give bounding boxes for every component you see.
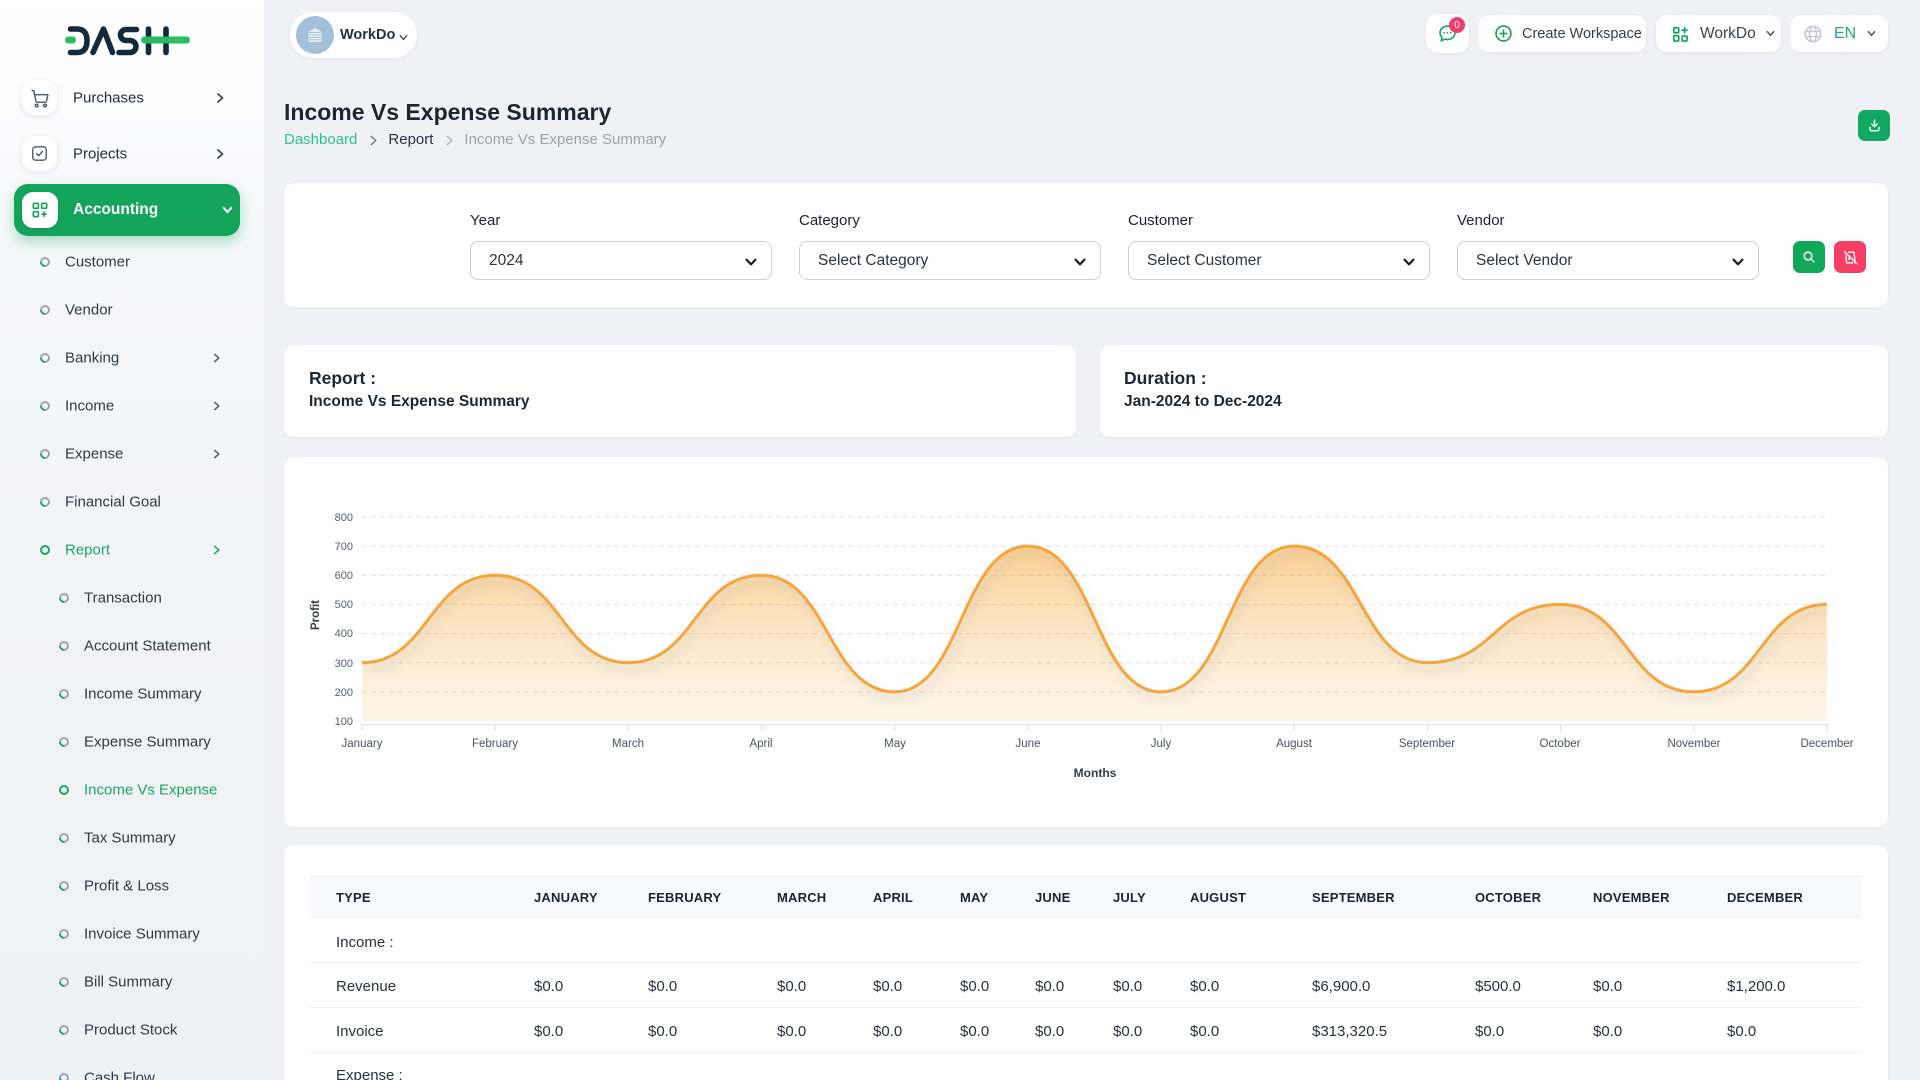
svg-text:February: February [472,738,518,750]
svg-text:800: 800 [335,512,353,524]
svg-text:November: November [1667,738,1720,750]
svg-text:January: January [342,738,383,750]
svg-text:June: June [1016,738,1041,750]
svg-text:100: 100 [335,716,353,728]
svg-text:300: 300 [335,658,353,670]
svg-text:October: October [1540,738,1581,750]
svg-text:April: April [749,738,772,750]
svg-text:July: July [1151,738,1172,750]
svg-text:Profit: Profit [310,600,322,630]
svg-text:December: December [1800,738,1853,750]
svg-text:700: 700 [335,541,353,553]
svg-text:May: May [884,738,906,750]
svg-text:500: 500 [335,599,353,611]
svg-text:Months: Months [1074,766,1117,780]
svg-text:March: March [612,738,644,750]
svg-text:September: September [1399,738,1455,750]
svg-text:600: 600 [335,570,353,582]
svg-text:400: 400 [335,628,353,640]
svg-text:200: 200 [335,687,353,699]
svg-text:August: August [1276,738,1313,750]
